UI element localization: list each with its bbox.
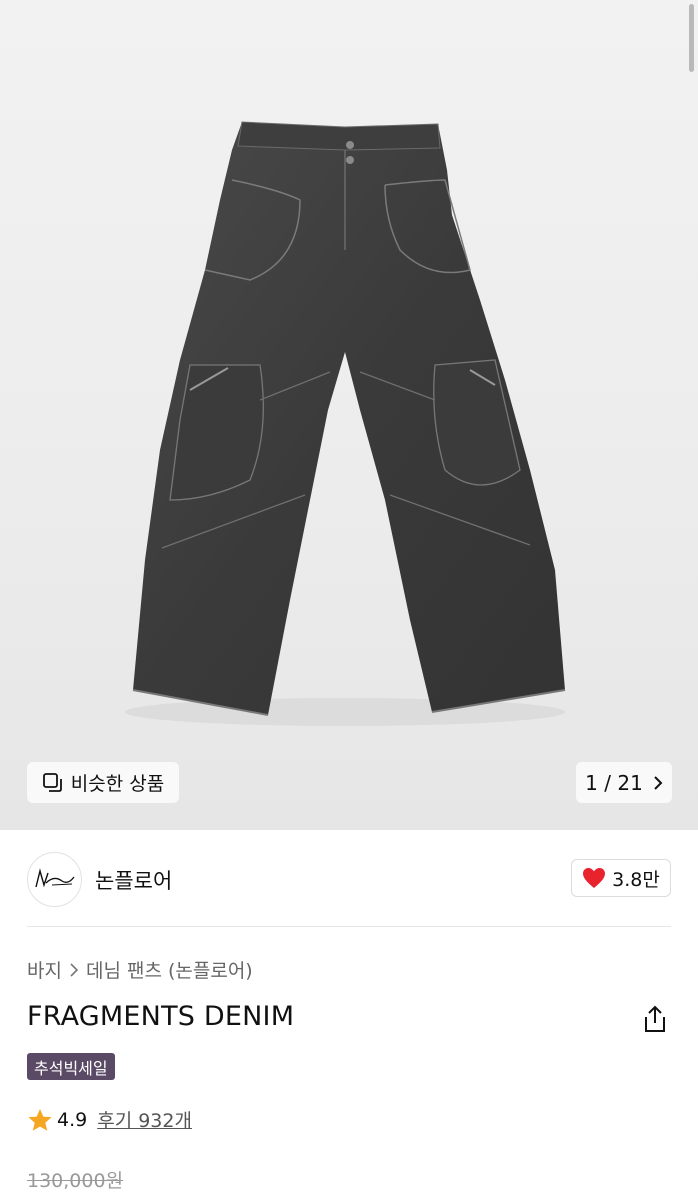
- star-icon: [28, 1108, 52, 1131]
- brand-logo[interactable]: [27, 852, 82, 907]
- brand-name[interactable]: 논플로어: [95, 865, 172, 895]
- image-counter-button[interactable]: 1 / 21: [576, 762, 672, 803]
- breadcrumb-subcategory[interactable]: 데님 팬츠 (논플로어): [86, 956, 253, 983]
- breadcrumb: 바지 데님 팬츠 (논플로어): [27, 956, 253, 983]
- brand-row[interactable]: 논플로어 3.8만: [0, 830, 698, 927]
- rating-row: 4.9 후기 932개: [27, 1106, 192, 1133]
- similar-products-label: 비슷한 상품: [70, 773, 165, 795]
- divider: [27, 926, 671, 927]
- sale-badge: 추석빅세일: [27, 1053, 115, 1080]
- image-counter: 1 / 21: [585, 770, 643, 795]
- product-title: FRAGMENTS DENIM: [27, 1001, 295, 1032]
- product-image-gallery[interactable]: 비슷한 상품 1 / 21: [0, 0, 698, 830]
- review-link[interactable]: 후기 932개: [97, 1106, 192, 1133]
- breadcrumb-category[interactable]: 바지: [27, 956, 62, 983]
- like-button[interactable]: 3.8만: [571, 859, 671, 897]
- similar-products-button[interactable]: 비슷한 상품: [27, 762, 179, 803]
- original-price: 130,000원: [27, 1170, 124, 1192]
- rating-score: 4.9: [57, 1108, 88, 1131]
- similar-icon: [42, 772, 62, 792]
- heart-icon: [583, 868, 606, 888]
- brand-logo-mark: [34, 867, 75, 887]
- chevron-right-icon: [654, 775, 663, 790]
- scrollbar[interactable]: [689, 4, 694, 72]
- like-count: 3.8만: [612, 868, 660, 891]
- chevron-right-icon: [70, 962, 78, 977]
- share-icon[interactable]: [642, 1005, 668, 1033]
- product-image: [125, 121, 566, 726]
